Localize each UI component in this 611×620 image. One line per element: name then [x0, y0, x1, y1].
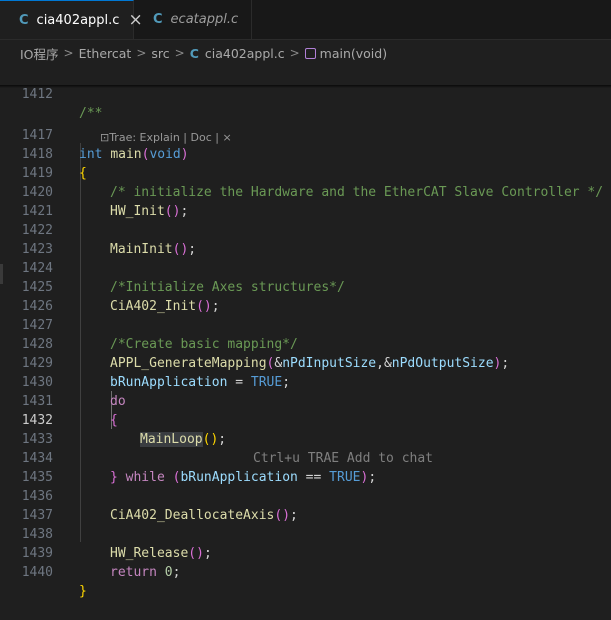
c-file-icon: C — [189, 45, 199, 61]
c-file-icon: C — [153, 12, 163, 27]
line-number: 1440 — [21, 565, 53, 580]
code-line[interactable]: 1434 } while (bRunApplication == TRUE); — [0, 430, 611, 485]
code-line[interactable]: 1421 — [0, 183, 611, 219]
chevron-right-icon: > — [289, 46, 300, 60]
code-line[interactable]: 1425 CiA402_Init(); — [0, 259, 611, 314]
tab-ecatappl[interactable]: C ecatappl.c — [134, 0, 252, 39]
editor-tab-bar: C cia402appl.c × C ecatappl.c — [0, 0, 611, 40]
code-line[interactable]: 1430 do — [0, 354, 611, 409]
sticky-scroll-line[interactable]: 1412 /** — [0, 66, 611, 121]
c-file-icon: C — [19, 12, 29, 28]
code-line[interactable]: 1436 CiA402_DeallocateAxis(); — [0, 468, 611, 523]
code-line[interactable]: 1440 } — [0, 544, 611, 599]
breadcrumb-item-src[interactable]: src — [151, 46, 169, 61]
code-editor[interactable]: 1412 /** ⊡Trae: Explain | Doc | × 1417 i… — [0, 66, 611, 599]
breadcrumb-item-symbol[interactable]: main(void) — [320, 46, 387, 61]
breadcrumb-item-folder[interactable]: IO程序 — [20, 44, 59, 63]
code-line-current[interactable]: 1432 MainLoop(); Ctrl+u TRAE Add to chat — [0, 392, 611, 466]
code-line[interactable]: 1439 return 0; — [0, 525, 611, 580]
chevron-right-icon: > — [136, 46, 147, 60]
breadcrumb-item-file[interactable]: cia402appl.c — [205, 46, 285, 61]
code-text: } — [79, 584, 87, 599]
code-line[interactable]: 1419 /* initialize the Hardware and the … — [0, 145, 611, 200]
code-line[interactable]: 1423 — [0, 221, 611, 257]
tab-label: ecatappl.c — [170, 12, 239, 27]
method-icon — [304, 47, 316, 59]
sticky-scroll-shadow — [0, 85, 611, 88]
chevron-right-icon: > — [174, 46, 185, 60]
code-line[interactable]: 1420 HW_Init(); — [0, 164, 611, 219]
tab-cia402appl[interactable]: C cia402appl.c × — [0, 0, 143, 39]
chevron-right-icon: > — [63, 46, 74, 60]
code-line[interactable]: 1429 bRunApplication = TRUE; — [0, 335, 611, 390]
code-line[interactable]: 1417 int main(void) — [0, 107, 611, 162]
code-line[interactable]: 1433 — [0, 411, 611, 447]
code-line[interactable]: 1431 { — [0, 373, 611, 428]
code-line[interactable]: 1438 HW_Release(); — [0, 506, 611, 561]
code-line[interactable]: 1427 /*Create basic mapping*/ — [0, 297, 611, 352]
code-line[interactable]: 1435 — [0, 449, 611, 485]
tab-label: cia402appl.c — [36, 12, 120, 28]
code-line[interactable]: 1437 — [0, 487, 611, 523]
breadcrumb-item-ethercat[interactable]: Ethercat — [79, 46, 132, 61]
code-line[interactable]: 1422 MainInit(); — [0, 202, 611, 257]
code-line[interactable]: 1426 — [0, 278, 611, 314]
code-line[interactable]: 1418 { — [0, 126, 611, 181]
code-text: return 0; — [110, 565, 181, 580]
code-line[interactable]: 1428 APPL_GenerateMapping(&nPdInputSize,… — [0, 316, 611, 371]
breadcrumb: IO程序 > Ethercat > src > C cia402appl.c >… — [0, 40, 611, 66]
code-line[interactable]: 1424 /*Initialize Axes structures*/ — [0, 240, 611, 295]
